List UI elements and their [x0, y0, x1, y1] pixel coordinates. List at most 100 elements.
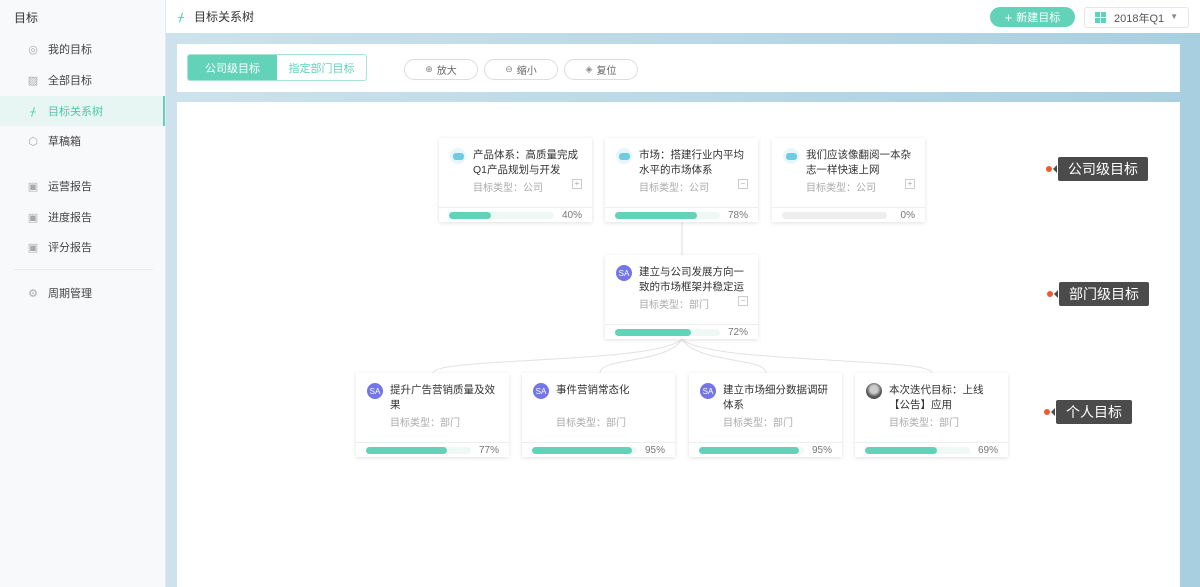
goal-type: 目标类型：部门 — [556, 418, 626, 429]
robot-avatar-icon — [783, 148, 799, 164]
new-goal-label: 新建目标 — [1016, 12, 1061, 24]
sidebar-item-label: 我的目标 — [48, 44, 92, 56]
progress-percent: 95% — [811, 445, 832, 456]
tab-company-goals[interactable]: 公司级目标 — [188, 55, 277, 80]
goal-type: 目标类型：部门 — [390, 418, 460, 429]
sidebar-item-label: 全部目标 — [48, 75, 92, 87]
goal-card-company[interactable]: 产品体系：高质量完成Q1产品规划与开发 目标类型：公司 + 40% — [439, 138, 592, 222]
sidebar-item-label: 目标关系树 — [48, 106, 103, 118]
level-label-text: 部门级目标 — [1054, 282, 1149, 306]
progress-bar — [615, 329, 720, 336]
goal-type: 目标类型：部门 — [723, 418, 793, 429]
progress-bar — [532, 447, 637, 454]
sidebar-item-goal-tree[interactable]: ᚋ 目标关系树 — [0, 96, 165, 126]
expand-icon[interactable]: + — [572, 179, 582, 189]
goal-title: 我们应该像翻阅一本杂志一样快速上网 — [806, 149, 911, 176]
progress-fill — [449, 212, 491, 219]
zoom-out-label: 缩小 — [516, 66, 537, 77]
expand-icon[interactable]: + — [905, 179, 915, 189]
content-area: 公司级目标 指定部门目标 ⊕ 放大 ⊖ 缩小 ◈ 复位 产品体系：高质量完成Q1产品规… — [166, 33, 1200, 587]
new-goal-button[interactable]: + 新建目标 — [990, 7, 1075, 27]
reset-button[interactable]: ◈ 复位 — [564, 59, 638, 80]
collapse-icon[interactable]: − — [738, 296, 748, 306]
avatar: SA — [367, 383, 383, 399]
reset-label: 复位 — [596, 66, 617, 77]
period-value: 2018年Q1 — [1114, 12, 1165, 25]
tree-icon: ᚋ — [178, 9, 184, 24]
gear-icon: ⚙ — [28, 287, 38, 300]
header: ᚋ 目标关系树 + 新建目标 2018年Q1 ▼ — [166, 0, 1200, 33]
sidebar-item-ops-report[interactable]: ▣ 运营报告 — [0, 171, 165, 201]
goal-type: 目标类型：公司 — [639, 183, 709, 194]
goal-type: 目标类型：公司 — [806, 183, 876, 194]
progress-fill — [615, 212, 697, 219]
level-label-personal: 个人目标 — [1044, 400, 1132, 424]
progress-bar — [366, 447, 471, 454]
user-photo-avatar — [866, 383, 882, 399]
toolbar: 公司级目标 指定部门目标 ⊕ 放大 ⊖ 缩小 ◈ 复位 — [177, 44, 1180, 92]
goal-type: 目标类型：公司 — [473, 183, 543, 194]
goal-title: 事件营销常态化 — [556, 384, 630, 396]
goal-card-personal[interactable]: 本次迭代目标：上线【公告】应用 目标类型：部门 69% — [855, 373, 1008, 457]
sidebar-item-label: 进度报告 — [48, 212, 92, 224]
sidebar-title: 目标 — [14, 11, 39, 25]
sidebar-item-score-report[interactable]: ▣ 评分报告 — [0, 232, 165, 262]
goal-title: 市场：搭建行业内平均水平的市场体系 — [639, 149, 744, 176]
tree-icon: ᚋ — [30, 105, 36, 118]
plus-icon: + — [1004, 9, 1013, 25]
level-label-company: 公司级目标 — [1046, 157, 1148, 181]
goal-type: 目标类型：部门 — [639, 300, 709, 311]
robot-avatar-icon — [450, 148, 466, 164]
sidebar-item-progress-report[interactable]: ▣ 进度报告 — [0, 202, 165, 232]
level-label-text: 公司级目标 — [1053, 157, 1148, 181]
box-icon: ⬡ — [28, 135, 38, 148]
tab-department-goals[interactable]: 指定部门目标 — [277, 55, 366, 80]
goal-type: 目标类型：部门 — [889, 418, 959, 429]
progress-fill — [615, 329, 691, 336]
zoom-out-button[interactable]: ⊖ 缩小 — [484, 59, 558, 80]
progress-bar — [615, 212, 720, 219]
zoom-in-button[interactable]: ⊕ 放大 — [404, 59, 478, 80]
zoom-in-label: 放大 — [436, 66, 457, 77]
period-select[interactable]: 2018年Q1 ▼ — [1084, 7, 1189, 28]
collapse-icon[interactable]: − — [738, 179, 748, 189]
level-label-department: 部门级目标 — [1047, 282, 1149, 306]
avatar: SA — [700, 383, 716, 399]
goal-card-department[interactable]: SA 建立与公司发展方向一致的市场框架并稳定运 目标类型：部门 − 72% — [605, 255, 758, 339]
goal-card-company[interactable]: 市场：搭建行业内平均水平的市场体系 目标类型：公司 − 78% — [605, 138, 758, 222]
progress-report-icon: ▣ — [27, 211, 39, 224]
sidebar-divider — [14, 269, 153, 270]
zoom-out-icon: ⊖ — [505, 64, 513, 74]
progress-percent: 72% — [727, 327, 748, 338]
goal-card-personal[interactable]: SA 事件营销常态化 目标类型：部门 95% — [522, 373, 675, 457]
score-report-icon: ▣ — [27, 241, 39, 254]
page-title: 目标关系树 — [193, 10, 254, 24]
sidebar-item-cycle-management[interactable]: ⚙ 周期管理 — [0, 278, 165, 308]
goal-title: 本次迭代目标：上线【公告】应用 — [889, 384, 984, 411]
dot-icon — [1047, 291, 1053, 297]
robot-avatar-icon — [616, 148, 632, 164]
goal-card-personal[interactable]: SA 建立市场细分数据调研体系 目标类型：部门 95% — [689, 373, 842, 457]
sidebar-item-label: 草稿箱 — [48, 136, 81, 148]
progress-fill — [532, 447, 632, 454]
dot-icon — [1044, 409, 1050, 415]
level-tabs: 公司级目标 指定部门目标 — [187, 54, 367, 81]
sidebar-item-drafts[interactable]: ⬡ 草稿箱 — [0, 126, 165, 156]
tree-canvas[interactable]: 产品体系：高质量完成Q1产品规划与开发 目标类型：公司 + 40% 市场：搭建行… — [177, 102, 1180, 587]
progress-fill — [699, 447, 799, 454]
goal-title: 产品体系：高质量完成Q1产品规划与开发 — [473, 149, 578, 176]
progress-bar — [782, 212, 887, 219]
goal-card-personal[interactable]: SA 提升广告营销质量及效果 目标类型：部门 77% — [356, 373, 509, 457]
avatar: SA — [533, 383, 549, 399]
sidebar-item-label: 运营报告 — [48, 181, 92, 193]
goal-card-company[interactable]: 我们应该像翻阅一本杂志一样快速上网 目标类型：公司 + 0% — [772, 138, 925, 222]
progress-percent: 40% — [561, 210, 582, 221]
progress-bar — [865, 447, 970, 454]
sidebar-item-my-goals[interactable]: ◎ 我的目标 — [0, 34, 165, 64]
progress-fill — [865, 447, 938, 454]
dot-icon — [1046, 166, 1052, 172]
goal-title: 建立市场细分数据调研体系 — [723, 384, 828, 411]
sidebar-item-all-goals[interactable]: ▨ 全部目标 — [0, 65, 165, 95]
grid-icon — [1095, 12, 1106, 23]
sidebar-item-label: 评分报告 — [48, 242, 92, 254]
